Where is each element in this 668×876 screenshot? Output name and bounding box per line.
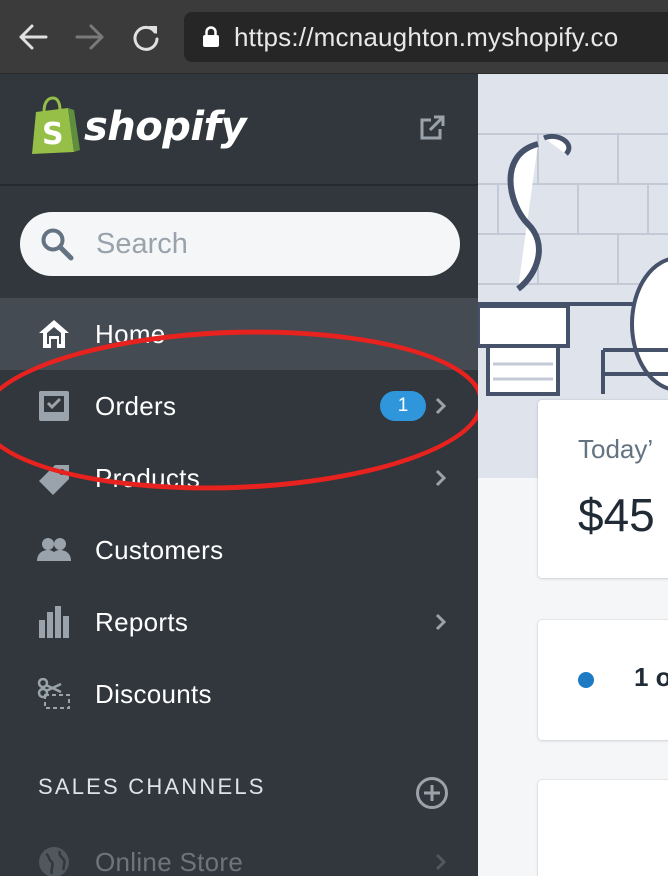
search-icon <box>41 228 74 261</box>
card-label: Today’ <box>578 434 654 464</box>
sidebar: S shopify Search Home Orders 1 Products … <box>0 74 478 876</box>
url-host: mcnaughton.myshopify.co <box>313 21 619 52</box>
logo-row: S shopify <box>0 74 478 186</box>
sales-summary-card[interactable]: Today’ $45 <box>538 400 668 578</box>
sidebar-item-products[interactable]: Products <box>0 442 478 514</box>
external-link-icon[interactable] <box>418 114 446 142</box>
orders-icon <box>37 389 71 423</box>
sidebar-item-online-store[interactable]: Online Store <box>0 826 478 876</box>
sidebar-item-home[interactable]: Home <box>0 298 478 370</box>
shopify-bag-icon: S <box>32 96 80 154</box>
sidebar-item-label: Discounts <box>95 678 212 709</box>
sales-channels-heading: SALES CHANNELS <box>38 774 266 799</box>
card-value: $45 <box>578 489 655 541</box>
globe-icon <box>37 845 71 876</box>
reload-button[interactable] <box>131 20 161 54</box>
sidebar-item-label: Products <box>95 462 201 493</box>
chevron-right-icon <box>435 853 447 871</box>
sidebar-item-label: Customers <box>95 534 224 565</box>
sidebar-item-label: Reports <box>95 606 189 637</box>
bar-chart-icon <box>37 605 71 639</box>
status-dot-icon <box>578 672 594 688</box>
back-arrow-icon <box>19 24 48 50</box>
discount-icon <box>37 677 71 711</box>
lock-icon <box>203 26 219 47</box>
browser-toolbar: https://mcnaughton.myshopify.co <box>0 0 668 74</box>
sidebar-item-reports[interactable]: Reports <box>0 586 478 658</box>
url-scheme: https:// <box>234 21 314 52</box>
address-bar[interactable]: https://mcnaughton.myshopify.co <box>184 12 668 62</box>
back-button[interactable] <box>18 20 48 54</box>
add-sales-channel-icon[interactable] <box>415 776 449 810</box>
sidebar-item-orders[interactable]: Orders 1 <box>0 370 478 442</box>
tag-icon <box>37 461 71 495</box>
sidebar-item-label: Online Store <box>95 846 244 876</box>
content-card <box>538 780 668 876</box>
sidebar-item-label: Orders <box>95 390 177 421</box>
customers-icon <box>37 533 71 567</box>
svg-text:S: S <box>42 117 64 152</box>
forward-arrow-icon <box>75 24 104 50</box>
activity-text: 1 o <box>634 662 668 692</box>
main-content: Today’ $45 1 o <box>478 74 668 876</box>
chevron-right-icon <box>435 469 447 487</box>
sidebar-item-discounts[interactable]: Discounts <box>0 658 478 730</box>
search-input[interactable]: Search <box>20 212 460 276</box>
home-icon <box>37 317 71 351</box>
sidebar-item-customers[interactable]: Customers <box>0 514 478 586</box>
orders-count-badge: 1 <box>380 391 426 421</box>
forward-button[interactable] <box>75 20 105 54</box>
chevron-right-icon <box>435 613 447 631</box>
url-text: https://mcnaughton.myshopify.co <box>234 22 618 53</box>
reload-icon <box>133 25 159 51</box>
search-placeholder: Search <box>96 227 188 260</box>
activity-card[interactable]: 1 o <box>538 620 668 740</box>
brand-wordmark: shopify <box>84 104 247 150</box>
chevron-right-icon <box>435 397 447 415</box>
sidebar-item-label: Home <box>95 318 166 349</box>
